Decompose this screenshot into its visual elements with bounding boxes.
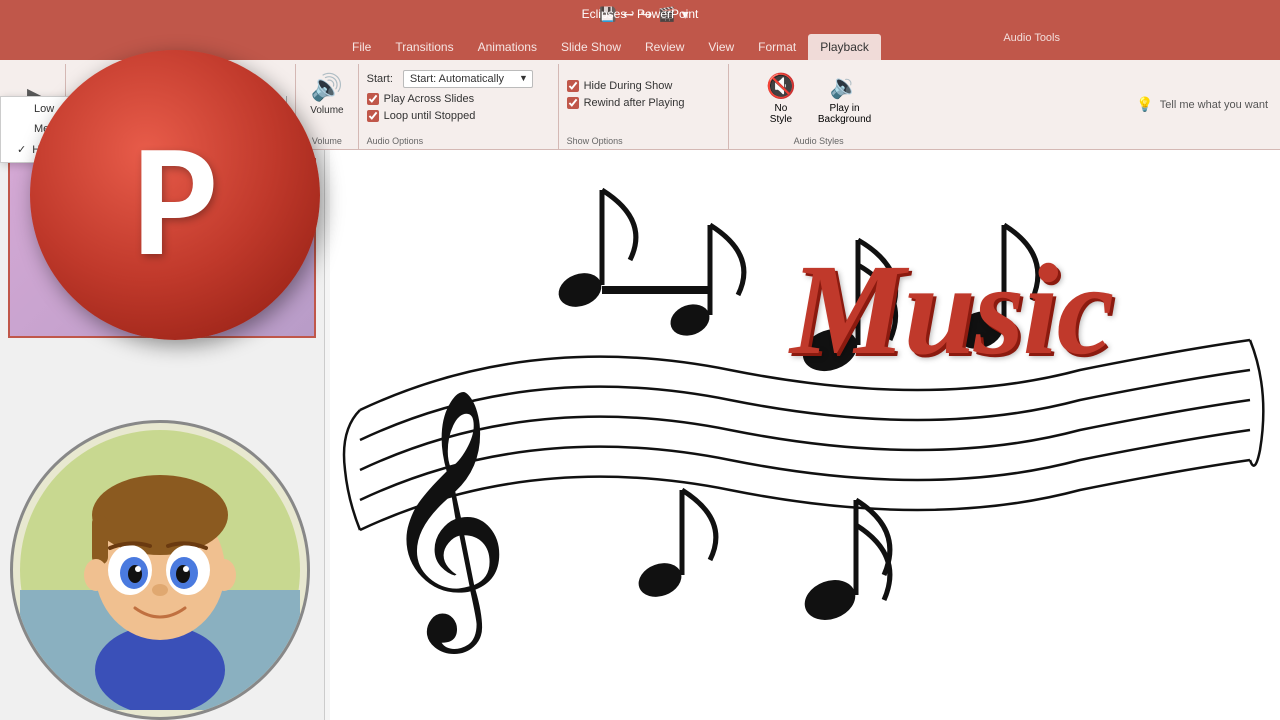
play-across-label: Play Across Slides (384, 93, 474, 105)
note-group-2 (666, 225, 744, 341)
tab-view[interactable]: View (696, 34, 746, 60)
rewind-checkbox[interactable] (567, 97, 579, 109)
loop-until-checkbox[interactable] (367, 110, 379, 122)
show-options-controls: Hide During Show Rewind after Playing (567, 80, 720, 109)
start-label: Start: (367, 73, 393, 85)
pp-letter: P (132, 120, 217, 280)
play-across-checkbox[interactable] (367, 93, 379, 105)
loop-until-row: Loop until Stopped (367, 110, 550, 122)
audio-tools-label: Audio Tools (1003, 32, 1060, 44)
note-group-1 (554, 190, 636, 313)
tab-review[interactable]: Review (633, 34, 696, 60)
lightbulb-icon: 💡 (1136, 96, 1153, 113)
dropdown-arrow: ▼ (519, 73, 528, 83)
avatar-circle (10, 420, 310, 720)
music-title: Music (790, 235, 1112, 385)
rewind-label: Rewind after Playing (584, 97, 685, 109)
play-background-button[interactable]: 🔉 Play inBackground (810, 68, 879, 129)
tab-slideshow[interactable]: Slide Show (549, 34, 633, 60)
hide-during-row: Hide During Show (567, 80, 720, 92)
audio-options-controls: Start: Start: Automatically ▼ Play Acros… (367, 70, 550, 122)
no-style-button[interactable]: 🔇 NoStyle (758, 68, 804, 129)
group-show-options: Hide During Show Rewind after Playing Sh… (559, 64, 729, 149)
tab-format[interactable]: Format (746, 34, 808, 60)
tab-playback[interactable]: Playback (808, 34, 881, 60)
volume-group-label: Volume (312, 136, 342, 149)
tab-animations[interactable]: Animations (466, 34, 549, 60)
start-dropdown[interactable]: Start: Automatically ▼ (403, 70, 533, 88)
volume-button[interactable]: 🔊 Volume (304, 68, 349, 120)
tell-me-text: Tell me what you want (1160, 99, 1268, 111)
volume-label: Volume (310, 105, 343, 116)
no-style-icon: 🔇 (766, 72, 796, 101)
start-row: Start: Start: Automatically ▼ (367, 70, 550, 88)
note-group-6 (799, 500, 890, 627)
tab-transitions[interactable]: Transitions (383, 34, 465, 60)
audio-options-label: Audio Options (367, 136, 424, 149)
svg-text:𝄞: 𝄞 (380, 392, 510, 654)
no-style-label: NoStyle (770, 103, 792, 125)
loop-until-label: Loop until Stopped (384, 110, 476, 122)
tell-me-bar[interactable]: 💡 Tell me what you want (1124, 60, 1280, 149)
music-area: 𝄞 (330, 90, 1280, 720)
avatar-svg (20, 430, 300, 710)
volume-controls: 🔊 Volume (304, 64, 349, 120)
audio-style-buttons: 🔇 NoStyle 🔉 Play inBackground (758, 64, 879, 129)
tab-file[interactable]: File (340, 34, 383, 60)
title-bar: 💾 ↩ ↪ 🎬 ▾ Eclipses - PowerPoint (0, 0, 1280, 28)
group-audio-options: Start: Start: Automatically ▼ Play Acros… (359, 64, 559, 149)
show-options-label: Show Options (567, 136, 623, 149)
audio-styles-label: Audio Styles (794, 136, 844, 149)
play-across-row: Play Across Slides (367, 93, 550, 105)
treble-clef: 𝄞 (380, 392, 510, 654)
start-value: Start: Automatically (410, 73, 504, 85)
rewind-row: Rewind after Playing (567, 97, 720, 109)
volume-icon: 🔊 (311, 72, 343, 103)
note-group-5 (634, 490, 716, 603)
play-bg-label: Play inBackground (818, 103, 871, 125)
hide-during-checkbox[interactable] (567, 80, 579, 92)
window-title: Eclipses - PowerPoint (582, 7, 699, 21)
hide-during-label: Hide During Show (584, 80, 673, 92)
play-bg-icon: 🔉 (830, 72, 860, 101)
group-audio-styles: 🔇 NoStyle 🔉 Play inBackground Audio Styl… (729, 64, 909, 149)
music-notes-svg: 𝄞 (330, 90, 1280, 720)
powerpoint-logo: P (30, 50, 320, 340)
